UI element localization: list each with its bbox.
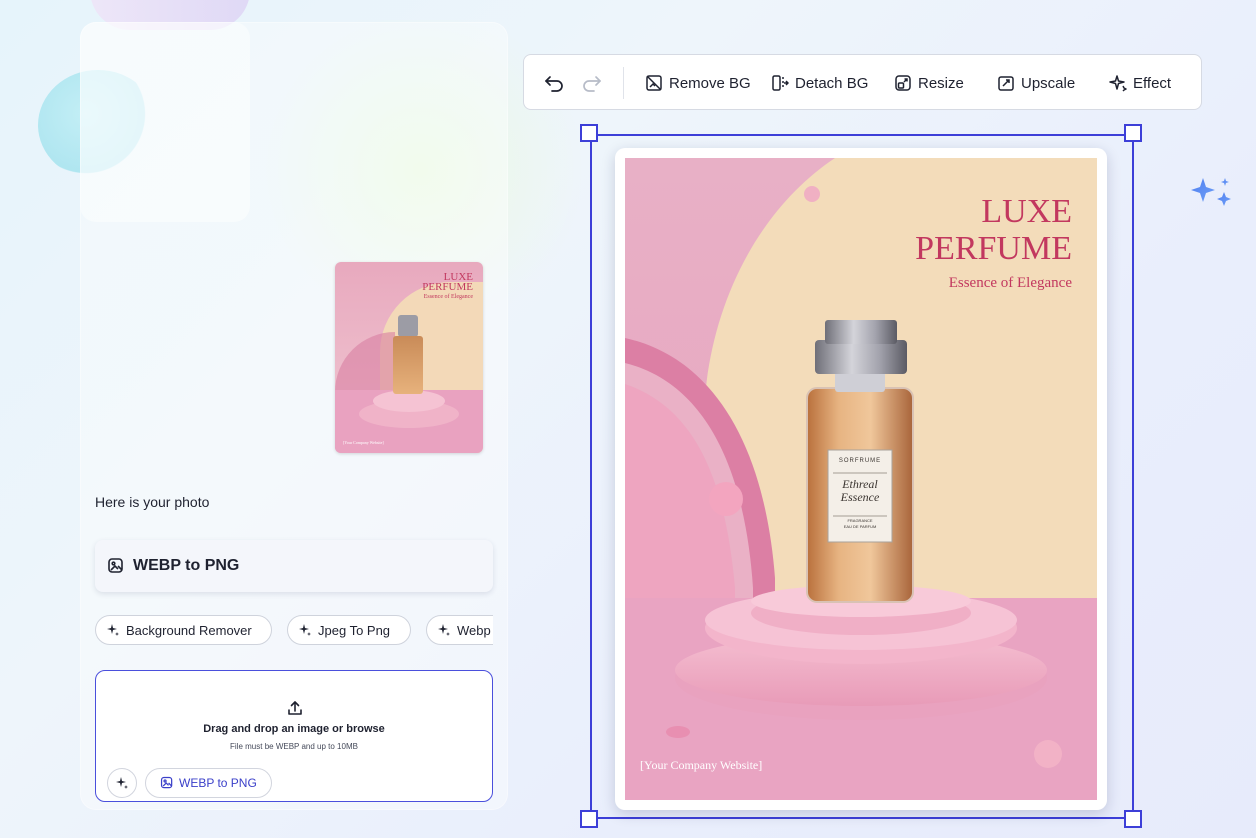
thumb-title-line2: PERFUME — [422, 281, 473, 293]
sparkle-icon — [438, 624, 450, 636]
bottle-product-line1: Ethreal — [842, 477, 878, 491]
sparkle-icon — [107, 624, 119, 636]
remove-bg-label: Remove BG — [669, 74, 751, 92]
remove-bg-button[interactable]: Remove BG — [645, 55, 751, 111]
undo-button[interactable] — [543, 55, 571, 111]
poster-footer: [Your Company Website] — [640, 758, 763, 772]
poster-title-line2: PERFUME — [915, 230, 1072, 267]
image-convert-icon — [108, 558, 123, 573]
chip-label: Background Remover — [126, 622, 252, 638]
detach-bg-label: Detach BG — [795, 74, 869, 92]
tool-card[interactable]: WEBP to PNG — [95, 540, 493, 592]
bottle-product-line2: Essence — [840, 490, 880, 504]
tool-card-label: WEBP to PNG — [133, 557, 240, 574]
resize-handle-top-right[interactable] — [1124, 124, 1142, 142]
upscale-button[interactable]: Upscale — [997, 55, 1075, 111]
selected-tool-chip[interactable]: WEBP to PNG — [145, 768, 272, 798]
chip-background-remover[interactable]: Background Remover — [95, 615, 272, 645]
upload-title: Drag and drop an image or browse — [203, 723, 385, 735]
resize-button[interactable]: Resize — [894, 55, 964, 111]
selected-tool-label: WEBP to PNG — [179, 776, 257, 790]
redo-icon — [583, 76, 601, 92]
upload-note: File must be WEBP and up to 10MB — [230, 742, 358, 751]
chip-label: Jpeg To Png — [318, 622, 391, 638]
thumb-bottle-cap — [398, 315, 418, 337]
chip-jpeg-to-png[interactable]: Jpeg To Png — [287, 615, 411, 645]
sparkle-icon — [299, 624, 311, 636]
resize-handle-bottom-left[interactable] — [580, 810, 598, 828]
resize-handle-top-left[interactable] — [580, 124, 598, 142]
thumb-bottle — [393, 336, 423, 394]
resize-label: Resize — [918, 74, 964, 92]
detach-bg-icon — [772, 75, 789, 91]
thumb-title: LUXE PERFUME — [422, 272, 473, 293]
effect-icon — [1109, 75, 1127, 92]
resize-handle-bottom-right[interactable] — [1124, 810, 1142, 828]
suggestion-chips: Background Remover Jpeg To Png Webp — [95, 615, 493, 647]
bottle-small-text1: FRAGRANCE — [847, 518, 873, 523]
toolbar-divider — [623, 67, 624, 99]
image-convert-icon — [160, 776, 173, 789]
effect-label: Effect — [1133, 74, 1172, 92]
editor-toolbar: Remove BG Detach BG Resize Upscale Effec… — [523, 54, 1202, 110]
panel-highlight — [80, 22, 250, 222]
remove-bg-icon — [646, 75, 662, 91]
resize-icon — [895, 75, 911, 91]
redo-button[interactable] — [581, 55, 609, 111]
poster-subtitle: Essence of Elegance — [948, 275, 1072, 291]
bottle-brand: SORFRUME — [838, 458, 882, 464]
chat-caption: Here is your photo — [95, 494, 210, 510]
thumb-subtitle: Essence of Elegance — [423, 294, 473, 300]
chip-webp[interactable]: Webp — [426, 615, 493, 645]
thumb-footer: [Your Company Website] — [343, 440, 384, 445]
magic-button[interactable] — [107, 768, 137, 798]
effect-button[interactable]: Effect — [1109, 55, 1171, 111]
sparkle-icon — [116, 777, 128, 789]
upload-dropzone[interactable]: Drag and drop an image or browse File mu… — [95, 670, 493, 802]
sparkle-decoration-icon — [1191, 178, 1231, 206]
undo-icon — [545, 76, 563, 92]
upscale-label: Upscale — [1021, 74, 1076, 92]
chip-label: Webp — [457, 622, 491, 638]
upload-icon — [288, 701, 302, 715]
detach-bg-button[interactable]: Detach BG — [771, 55, 868, 111]
poster-title-line1: LUXE — [981, 193, 1072, 230]
result-thumbnail[interactable]: LUXE PERFUME Essence of Elegance [Your Co… — [335, 262, 483, 453]
upscale-icon — [998, 76, 1014, 91]
bottle-small-text2: EAU DE PARFUM — [843, 524, 877, 529]
